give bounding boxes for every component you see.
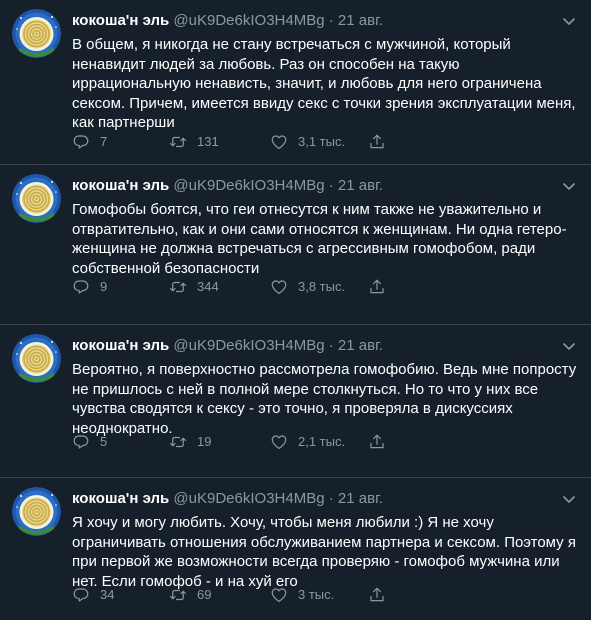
tweet-actions: 9 344 3,8 тыс. xyxy=(72,277,392,297)
retweet-icon xyxy=(169,436,187,448)
retweet-count: 131 xyxy=(197,134,219,149)
like-count: 3,1 тыс. xyxy=(298,134,346,149)
chevron-down-icon[interactable] xyxy=(559,336,579,356)
retweet-count: 19 xyxy=(197,434,212,449)
tweet-actions: 34 69 3 тыс. xyxy=(72,585,392,605)
user-handle[interactable]: @uK9De6kIO3H4MBg xyxy=(173,490,324,507)
tweet-actions: 7 131 3,1 тыс. xyxy=(72,132,392,152)
tweet-text: Я хочу и могу любить. Хочу, чтобы меня л… xyxy=(72,514,576,590)
tweet-date[interactable]: 21 авг. xyxy=(338,337,383,354)
reply-icon xyxy=(73,280,89,294)
reply-count: 9 xyxy=(100,279,108,294)
tweet[interactable]: кокоша'н эль @uK9De6kIO3H4MBg · 21 авг. … xyxy=(0,478,591,620)
avatar[interactable] xyxy=(12,334,61,383)
like-count: 2,1 тыс. xyxy=(298,434,346,449)
chevron-down-icon[interactable] xyxy=(559,176,579,196)
reply-icon xyxy=(73,435,89,449)
chevron-down-icon[interactable] xyxy=(559,11,579,31)
tweet-date[interactable]: 21 авг. xyxy=(338,490,383,507)
avatar[interactable] xyxy=(12,487,61,536)
reply-icon xyxy=(73,135,89,149)
retweet-icon xyxy=(169,281,187,293)
share-icon xyxy=(370,134,384,149)
reply-count: 5 xyxy=(100,434,108,449)
date-separator: · xyxy=(328,177,334,194)
tweet-header: кокоша'н эль @uK9De6kIO3H4MBg · 21 авг. xyxy=(72,336,579,356)
avatar-image xyxy=(12,334,61,383)
avatar[interactable] xyxy=(12,9,61,58)
reply-count: 7 xyxy=(100,134,108,149)
tweet-text: В общем, я никогда не стану встречаться … xyxy=(72,36,576,131)
tweet-text: Вероятно, я поверхностно рассмотрела гом… xyxy=(72,361,577,437)
share-icon xyxy=(370,587,384,602)
share-icon xyxy=(370,279,384,294)
tweet-text: Гомофобы боятся, что геи отнесутся к ним… xyxy=(72,201,567,277)
avatar[interactable] xyxy=(12,174,61,223)
retweet-count: 69 xyxy=(197,587,212,602)
date-separator: · xyxy=(328,12,334,29)
tweet-date[interactable]: 21 авг. xyxy=(338,12,383,29)
like-count: 3 тыс. xyxy=(298,587,335,602)
tweet-header: кокоша'н эль @uK9De6kIO3H4MBg · 21 авг. xyxy=(72,176,579,196)
retweet-icon xyxy=(169,589,187,601)
display-name[interactable]: кокоша'н эль xyxy=(72,177,169,194)
heart-icon xyxy=(271,588,287,602)
date-separator: · xyxy=(328,337,334,354)
tweet[interactable]: кокоша'н эль @uK9De6kIO3H4MBg · 21 авг. … xyxy=(0,0,591,165)
display-name[interactable]: кокоша'н эль xyxy=(72,337,169,354)
heart-icon xyxy=(271,280,287,294)
tweet-date[interactable]: 21 авг. xyxy=(338,177,383,194)
tweet-header: кокоша'н эль @uK9De6kIO3H4MBg · 21 авг. xyxy=(72,11,579,31)
reply-icon xyxy=(73,588,89,602)
retweet-count: 344 xyxy=(197,279,219,294)
retweet-icon xyxy=(169,136,187,148)
display-name[interactable]: кокоша'н эль xyxy=(72,12,169,29)
display-name[interactable]: кокоша'н эль xyxy=(72,490,169,507)
avatar-image xyxy=(12,174,61,223)
tweet-header: кокоша'н эль @uK9De6kIO3H4MBg · 21 авг. xyxy=(72,489,579,509)
avatar-image xyxy=(12,9,61,58)
heart-icon xyxy=(271,435,287,449)
share-icon xyxy=(370,434,384,449)
tweet[interactable]: кокоша'н эль @uK9De6kIO3H4MBg · 21 авг. … xyxy=(0,325,591,478)
user-handle[interactable]: @uK9De6kIO3H4MBg xyxy=(173,12,324,29)
tweet-feed: кокоша'н эль @uK9De6kIO3H4MBg · 21 авг. … xyxy=(0,0,591,620)
heart-icon xyxy=(271,135,287,149)
tweet[interactable]: кокоша'н эль @uK9De6kIO3H4MBg · 21 авг. … xyxy=(0,165,591,325)
reply-count: 34 xyxy=(100,587,115,602)
like-count: 3,8 тыс. xyxy=(298,279,346,294)
user-handle[interactable]: @uK9De6kIO3H4MBg xyxy=(173,177,324,194)
date-separator: · xyxy=(328,490,334,507)
user-handle[interactable]: @uK9De6kIO3H4MBg xyxy=(173,337,324,354)
tweet-actions: 5 19 2,1 тыс. xyxy=(72,432,392,452)
avatar-image xyxy=(12,487,61,536)
chevron-down-icon[interactable] xyxy=(559,489,579,509)
